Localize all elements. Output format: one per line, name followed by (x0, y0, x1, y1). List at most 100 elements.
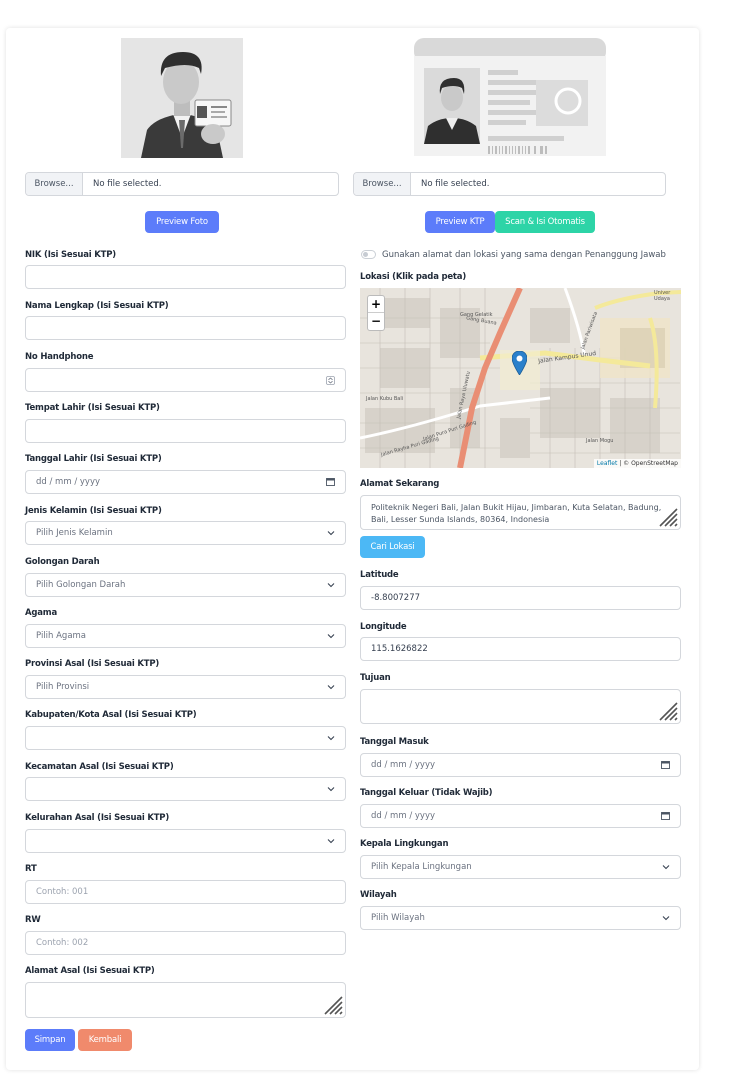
tempat-lahir-input[interactable] (25, 419, 346, 443)
nama-input[interactable] (25, 316, 346, 340)
photo-placeholder-image (121, 38, 243, 158)
nik-label: NIK (Isi Sesuai KTP) (25, 250, 116, 260)
tujuan-label: Tujuan (360, 673, 391, 683)
kelurahan-label: Kelurahan Asal (Isi Sesuai KTP) (25, 813, 170, 823)
kembali-button[interactable]: Kembali (78, 1029, 132, 1051)
provinsi-value: Pilih Provinsi (36, 682, 90, 692)
ktp-file-name: No file selected. (421, 179, 490, 189)
zoom-out-button[interactable]: − (368, 313, 384, 330)
rw-input[interactable]: Contoh: 002 (25, 931, 346, 955)
same-address-toggle-label: Gunakan alamat dan lokasi yang sama deng… (382, 250, 666, 260)
alamat-asal-textarea[interactable] (25, 982, 346, 1018)
latitude-label: Latitude (360, 570, 399, 580)
agama-label: Agama (25, 608, 57, 618)
longitude-input[interactable]: 115.1626822 (360, 637, 681, 661)
calendar-icon[interactable] (661, 760, 670, 769)
hp-label: No Handphone (25, 352, 94, 362)
kepala-lingkungan-label: Kepala Lingkungan (360, 839, 449, 849)
simpan-button[interactable]: Simpan (25, 1029, 75, 1051)
photo-file-input[interactable]: Browse... No file selected. (25, 172, 339, 196)
nama-label: Nama Lengkap (Isi Sesuai KTP) (25, 301, 169, 311)
chevron-down-icon (662, 865, 670, 870)
map-place-label: Univer Udaya (654, 290, 671, 302)
alamat-sekarang-value: Politeknik Negeri Bali, Jalan Bukit Hija… (371, 503, 662, 524)
alamat-asal-label: Alamat Asal (Isi Sesuai KTP) (25, 966, 155, 976)
jenis-kelamin-value: Pilih Jenis Kelamin (36, 528, 113, 538)
tanggal-keluar-input[interactable]: dd / mm / yyyy (360, 804, 681, 828)
leaflet-link[interactable]: Leaflet (597, 460, 617, 467)
tanggal-lahir-placeholder: dd / mm / yyyy (36, 477, 101, 487)
provinsi-label: Provinsi Asal (Isi Sesuai KTP) (25, 659, 160, 669)
preview-ktp-button[interactable]: Preview KTP (425, 211, 495, 233)
ktp-browse-button[interactable]: Browse... (354, 173, 411, 195)
wilayah-value: Pilih Wilayah (371, 913, 425, 923)
chevron-down-icon (662, 916, 670, 921)
agama-value: Pilih Agama (36, 631, 87, 641)
alamat-sekarang-textarea[interactable]: Politeknik Negeri Bali, Jalan Bukit Hija… (360, 495, 681, 530)
chevron-down-icon (327, 685, 335, 690)
chevron-down-icon (327, 531, 335, 536)
preview-foto-button[interactable]: Preview Foto (145, 211, 219, 233)
golongan-darah-label: Golongan Darah (25, 557, 100, 567)
osm-attribution: | © OpenStreetMap (617, 460, 678, 467)
golongan-darah-select[interactable]: Pilih Golongan Darah (25, 573, 346, 597)
map-tiles (360, 288, 681, 468)
longitude-label: Longitude (360, 622, 407, 632)
resize-handle-icon[interactable] (321, 993, 343, 1015)
agama-select[interactable]: Pilih Agama (25, 624, 346, 648)
wilayah-label: Wilayah (360, 890, 397, 900)
nik-input[interactable] (25, 265, 346, 289)
jenis-kelamin-label: Jenis Kelamin (Isi Sesuai KTP) (25, 506, 162, 516)
calendar-icon[interactable] (326, 477, 335, 486)
chevron-down-icon (327, 787, 335, 792)
tanggal-keluar-placeholder: dd / mm / yyyy (371, 811, 436, 821)
golongan-darah-value: Pilih Golongan Darah (36, 580, 126, 590)
rt-input[interactable]: Contoh: 001 (25, 880, 346, 904)
chevron-down-icon (327, 634, 335, 639)
map-street-label: Jalan Kubu Bali (366, 396, 404, 402)
longitude-value: 115.1626822 (371, 644, 428, 654)
latitude-value: -8.8007277 (371, 593, 421, 603)
photo-browse-button[interactable]: Browse... (26, 173, 83, 195)
ktp-file-input[interactable]: Browse... No file selected. (353, 172, 666, 196)
tanggal-lahir-input[interactable]: dd / mm / yyyy (25, 470, 346, 494)
map-street-label: Gang Gelatik (460, 312, 493, 318)
kecamatan-label: Kecamatan Asal (Isi Sesuai KTP) (25, 762, 174, 772)
map-marker-icon[interactable] (512, 351, 527, 375)
latitude-input[interactable]: -8.8007277 (360, 586, 681, 610)
kabupaten-select[interactable] (25, 726, 346, 750)
kepala-lingkungan-value: Pilih Kepala Lingkungan (371, 862, 472, 872)
calendar-icon[interactable] (661, 811, 670, 820)
chevron-down-icon (327, 583, 335, 588)
tanggal-keluar-label: Tanggal Keluar (Tidak Wajib) (360, 788, 493, 798)
map-attribution: Leaflet | © OpenStreetMap (593, 459, 681, 468)
hp-input[interactable] (25, 368, 346, 392)
chevron-down-icon (327, 736, 335, 741)
tanggal-masuk-input[interactable]: dd / mm / yyyy (360, 753, 681, 777)
zoom-in-button[interactable]: + (368, 296, 384, 313)
scan-autofill-button[interactable]: Scan & Isi Otomatis (495, 211, 595, 233)
jenis-kelamin-select[interactable]: Pilih Jenis Kelamin (25, 521, 346, 545)
tanggal-lahir-label: Tanggal Lahir (Isi Sesuai KTP) (25, 454, 162, 464)
chevron-down-icon (327, 839, 335, 844)
kepala-lingkungan-select[interactable]: Pilih Kepala Lingkungan (360, 855, 681, 879)
resize-handle-icon[interactable] (656, 505, 678, 527)
tujuan-textarea[interactable] (360, 689, 681, 724)
map-street-label: Jalan Mogu (586, 438, 614, 444)
location-map[interactable]: Jalan Kampus Unud Jalan Raya Uluwatu Jal… (360, 288, 681, 468)
provinsi-select[interactable]: Pilih Provinsi (25, 675, 346, 699)
tanggal-masuk-label: Tanggal Masuk (360, 737, 429, 747)
ktp-placeholder-image (414, 38, 606, 156)
cari-lokasi-button[interactable]: Cari Lokasi (360, 536, 425, 558)
same-address-toggle[interactable] (361, 250, 376, 259)
wilayah-select[interactable]: Pilih Wilayah (360, 906, 681, 930)
rw-label: RW (25, 915, 41, 925)
rt-placeholder: Contoh: 001 (36, 887, 89, 897)
kelurahan-select[interactable] (25, 829, 346, 853)
rt-label: RT (25, 864, 37, 874)
tanggal-masuk-placeholder: dd / mm / yyyy (371, 760, 436, 770)
resize-handle-icon[interactable] (656, 699, 678, 721)
number-spinner-icon[interactable] (326, 376, 335, 385)
tempat-lahir-label: Tempat Lahir (Isi Sesuai KTP) (25, 403, 160, 413)
kecamatan-select[interactable] (25, 777, 346, 801)
